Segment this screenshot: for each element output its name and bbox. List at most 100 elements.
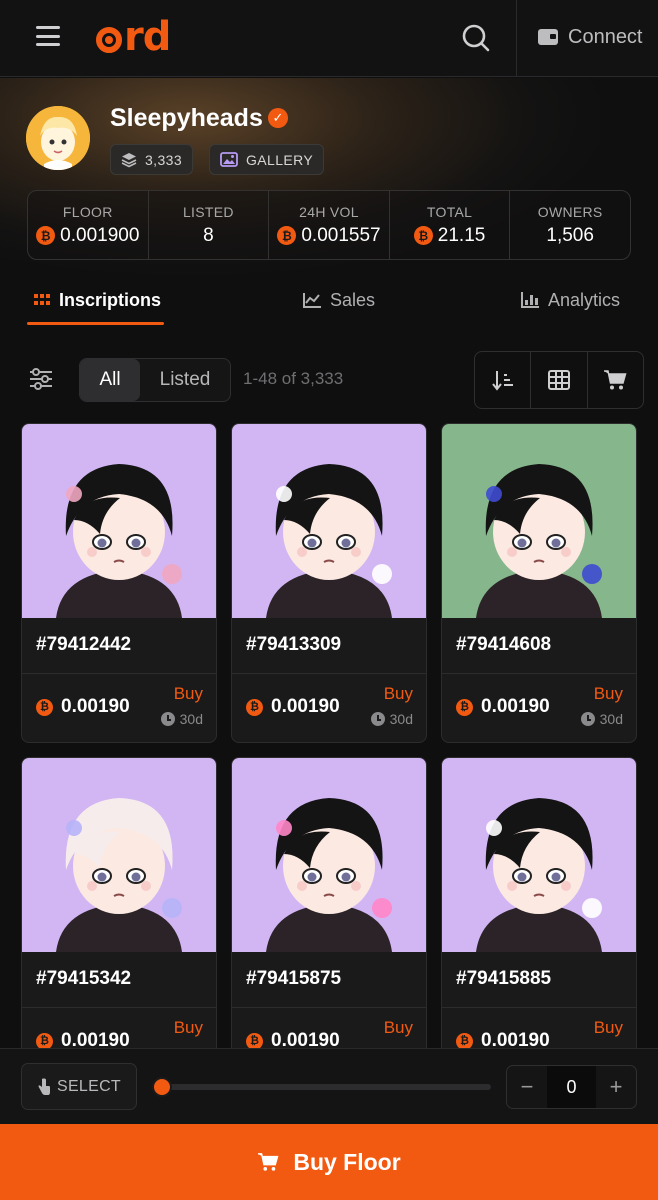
- sort-icon[interactable]: [475, 352, 532, 408]
- card-divider: [442, 673, 636, 674]
- connect-label: Connect: [568, 25, 643, 48]
- bitcoin-icon: ₿: [36, 1032, 53, 1050]
- gallery-label: GALLERY: [246, 151, 314, 168]
- inscription-number: #79413309: [246, 634, 342, 655]
- expiry-value: 30d: [389, 711, 413, 727]
- sweep-slider-track[interactable]: [153, 1084, 491, 1090]
- price: ₿ 0.00190: [36, 696, 130, 718]
- card-divider: [22, 673, 216, 674]
- bitcoin-icon: ₿: [456, 1032, 473, 1050]
- sweep-selection-bar: SELECT − 0 +: [0, 1048, 658, 1124]
- filters-sliders-icon[interactable]: [28, 368, 54, 390]
- grid-view-icon[interactable]: [531, 352, 588, 408]
- inscription-number: #79415342: [36, 968, 132, 989]
- collection-name: Sleepyheads: [110, 104, 263, 132]
- ord-logo[interactable]: rd: [96, 14, 171, 60]
- wallet-icon: [538, 29, 558, 45]
- select-label: SELECT: [56, 1077, 122, 1095]
- connect-wallet-button[interactable]: Connect: [538, 22, 643, 52]
- bitcoin-icon: ₿: [277, 226, 297, 245]
- quantity-value[interactable]: 0: [547, 1066, 596, 1108]
- view-controls: [474, 351, 644, 409]
- card-divider: [22, 1007, 216, 1008]
- inscription-image: [442, 758, 636, 952]
- decrease-button[interactable]: −: [507, 1066, 547, 1108]
- sweep-slider-thumb[interactable]: [152, 1077, 172, 1097]
- supply-count: 3,333: [145, 151, 183, 168]
- inscription-card[interactable]: #79414608 ₿ 0.00190 Buy 30d: [441, 423, 637, 743]
- tab-inscriptions[interactable]: Inscriptions: [34, 288, 161, 312]
- tab-label: Sales: [330, 289, 376, 310]
- stat-label: LISTED: [182, 203, 234, 220]
- bitcoin-icon: ₿: [36, 226, 56, 245]
- result-count: 1-48 of 3,333: [243, 369, 344, 388]
- stat-listed: LISTED 8: [149, 191, 270, 259]
- active-tab-indicator: [27, 322, 164, 325]
- clock-icon: [160, 712, 175, 726]
- stat-label: FLOOR: [62, 203, 113, 220]
- stat-value: 0.001557: [301, 224, 381, 246]
- tab-label: Analytics: [548, 289, 621, 310]
- cart-icon: [258, 1153, 279, 1171]
- inscription-number: #79415875: [246, 968, 342, 989]
- stat-total: TOTAL ₿ 21.15: [390, 191, 511, 259]
- buy-button[interactable]: Buy: [594, 1018, 623, 1038]
- inscription-card[interactable]: #79415885 ₿ 0.00190 Buy: [441, 757, 637, 1077]
- inscription-card[interactable]: #79412442 ₿ 0.00190 Buy 30d: [21, 423, 217, 743]
- topbar-divider: [516, 0, 517, 77]
- increase-button[interactable]: +: [596, 1066, 636, 1108]
- card-divider: [232, 673, 426, 674]
- card-divider: [232, 1007, 426, 1008]
- inscription-card[interactable]: #79413309 ₿ 0.00190 Buy 30d: [231, 423, 427, 743]
- buy-button[interactable]: Buy: [384, 684, 413, 704]
- tab-label: Inscriptions: [59, 289, 162, 310]
- inscription-image: [22, 758, 216, 952]
- inscription-card[interactable]: #79415342 ₿ 0.00190 Buy: [21, 757, 217, 1077]
- pointer-hand-icon: [38, 1078, 50, 1095]
- stat-value: 1,506: [546, 224, 594, 246]
- collection-tabs: Inscriptions Sales Analytics: [0, 278, 658, 328]
- stat-floor: FLOOR ₿ 0.001900: [28, 191, 149, 259]
- bitcoin-icon: ₿: [246, 1032, 263, 1050]
- buy-floor-button[interactable]: Buy Floor: [0, 1124, 658, 1200]
- tab-sales[interactable]: Sales: [302, 288, 375, 312]
- logo-o-mark: [96, 27, 122, 53]
- buy-button[interactable]: Buy: [384, 1018, 413, 1038]
- select-button[interactable]: SELECT: [21, 1063, 137, 1110]
- inscription-image: [22, 424, 216, 618]
- buy-button[interactable]: Buy: [594, 684, 623, 704]
- inscription-card[interactable]: #79415875 ₿ 0.00190 Buy: [231, 757, 427, 1077]
- top-bar: rd Connect: [0, 0, 658, 77]
- layers-icon: [121, 152, 137, 167]
- cart-icon[interactable]: [588, 352, 643, 408]
- hamburger-menu-icon[interactable]: [36, 26, 60, 46]
- bitcoin-icon: ₿: [246, 698, 263, 716]
- filter-all-button[interactable]: All: [80, 359, 140, 401]
- image-gallery-icon: [220, 152, 238, 167]
- grid-dots-icon: [34, 294, 50, 305]
- gallery-button[interactable]: GALLERY: [209, 144, 325, 175]
- stats-panel: FLOOR ₿ 0.001900 LISTED 8 24H VOL ₿ 0.0015…: [27, 190, 631, 260]
- bitcoin-icon: ₿: [413, 226, 433, 245]
- bitcoin-icon: ₿: [456, 698, 473, 716]
- search-icon[interactable]: [460, 22, 492, 54]
- inscription-image: [442, 424, 636, 618]
- expiry-value: 30d: [179, 711, 203, 727]
- buy-button[interactable]: Buy: [174, 684, 203, 704]
- stat-label: 24H VOL: [299, 203, 359, 220]
- listing-filter-toggle: All Listed: [79, 358, 231, 402]
- tab-analytics[interactable]: Analytics: [520, 288, 620, 312]
- supply-badge: 3,333: [110, 144, 194, 175]
- buy-floor-label: Buy Floor: [293, 1148, 401, 1175]
- quantity-stepper: − 0 +: [506, 1065, 637, 1109]
- clock-icon: [580, 712, 595, 726]
- expiry-value: 30d: [599, 711, 623, 727]
- collection-avatar: [26, 106, 90, 170]
- price: ₿ 0.00190: [246, 696, 340, 718]
- filter-listed-button[interactable]: Listed: [140, 359, 230, 401]
- price-value: 0.00190: [481, 696, 550, 717]
- inscription-number: #79415885: [456, 968, 552, 989]
- expiry: 30d: [370, 711, 413, 727]
- stat-label: TOTAL: [426, 203, 473, 220]
- buy-button[interactable]: Buy: [174, 1018, 203, 1038]
